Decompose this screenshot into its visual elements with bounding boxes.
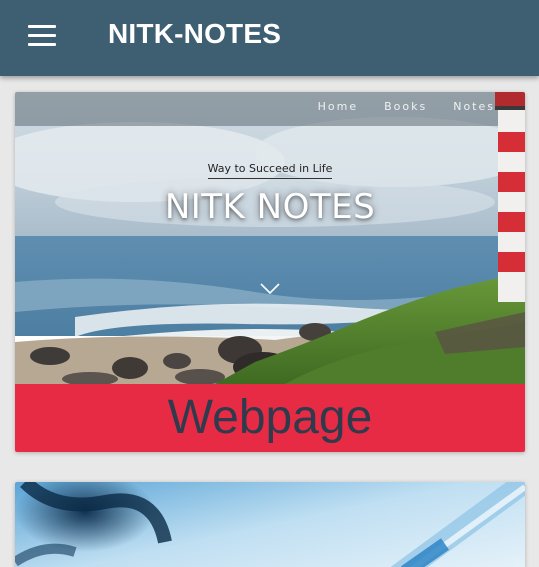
nav-books-link[interactable]: Books bbox=[384, 100, 427, 113]
second-card[interactable] bbox=[15, 482, 525, 567]
card-label: Webpage bbox=[15, 384, 525, 452]
hero-tagline-text: Way to Succeed in Life bbox=[207, 162, 333, 179]
website-preview-image: Home Books Notes Way to Succeed in Life … bbox=[15, 92, 525, 384]
hero-title: NITK NOTES bbox=[164, 187, 376, 227]
nav-home-link[interactable]: Home bbox=[318, 100, 358, 113]
webpage-card[interactable]: Home Books Notes Way to Succeed in Life … bbox=[15, 92, 525, 452]
laboratory-pipette-image bbox=[15, 482, 525, 567]
site-nav: Home Books Notes bbox=[318, 100, 495, 113]
hero-tagline: Way to Succeed in Life bbox=[15, 162, 525, 179]
app-title: NITK-NOTES bbox=[108, 18, 282, 49]
hamburger-menu-icon[interactable] bbox=[22, 20, 62, 50]
chevron-down-icon[interactable] bbox=[259, 282, 281, 296]
app-bar: NITK-NOTES bbox=[0, 0, 539, 76]
nav-notes-link[interactable]: Notes bbox=[453, 100, 495, 113]
